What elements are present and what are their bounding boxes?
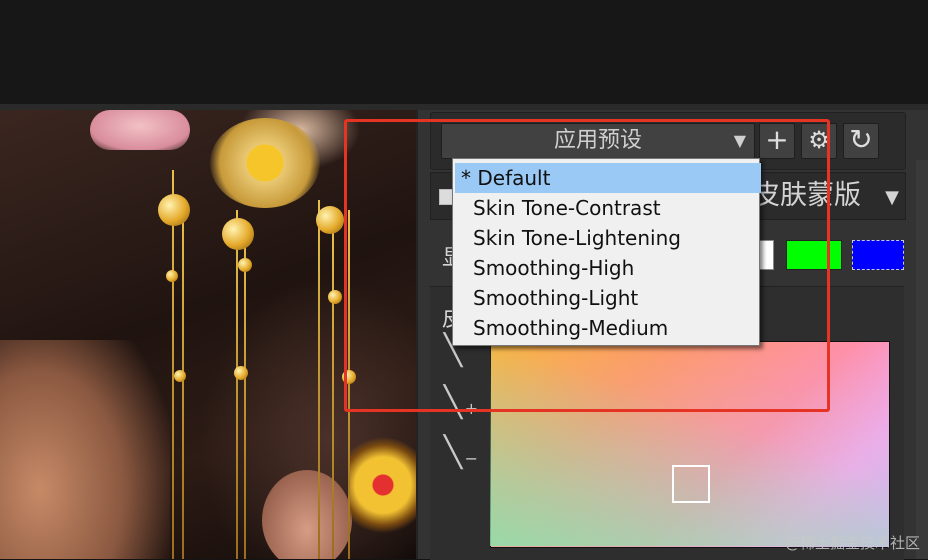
photo-gold-bead <box>316 206 344 234</box>
minus-icon: − <box>464 449 478 468</box>
photo-ear-region <box>262 470 352 559</box>
photo-pink-ornament <box>90 110 190 150</box>
photo-gold-bead <box>238 258 252 272</box>
eyedropper-subtract-icon[interactable]: ╲ − <box>444 435 478 475</box>
photo-gold-flower <box>210 118 320 208</box>
photo-gold-bead <box>234 366 248 380</box>
refresh-icon: ↻ <box>849 123 873 156</box>
photo-gold-bead <box>222 218 254 250</box>
top-toolbar <box>0 0 928 104</box>
color-picker-handle[interactable] <box>672 465 710 503</box>
photo-gold-bead <box>328 290 342 304</box>
photo-red-jewel <box>350 430 416 540</box>
watermark-text: @稀土掘金技术社区 <box>784 534 920 552</box>
photo-gold-bead <box>166 270 178 282</box>
photo-skin-region <box>0 340 170 559</box>
panel-scrollbar[interactable] <box>916 160 928 559</box>
reset-preset-button[interactable]: ↻ <box>843 123 879 159</box>
photo-chain <box>172 170 174 559</box>
photo-chain <box>332 220 334 559</box>
chevron-down-icon[interactable]: ▼ <box>885 187 899 208</box>
photo-chain <box>318 200 320 559</box>
photo-gold-bead <box>174 370 186 382</box>
photo-gold-bead <box>158 194 190 226</box>
swatch-blue[interactable] <box>852 240 904 270</box>
annotation-highlight-box <box>344 119 830 412</box>
